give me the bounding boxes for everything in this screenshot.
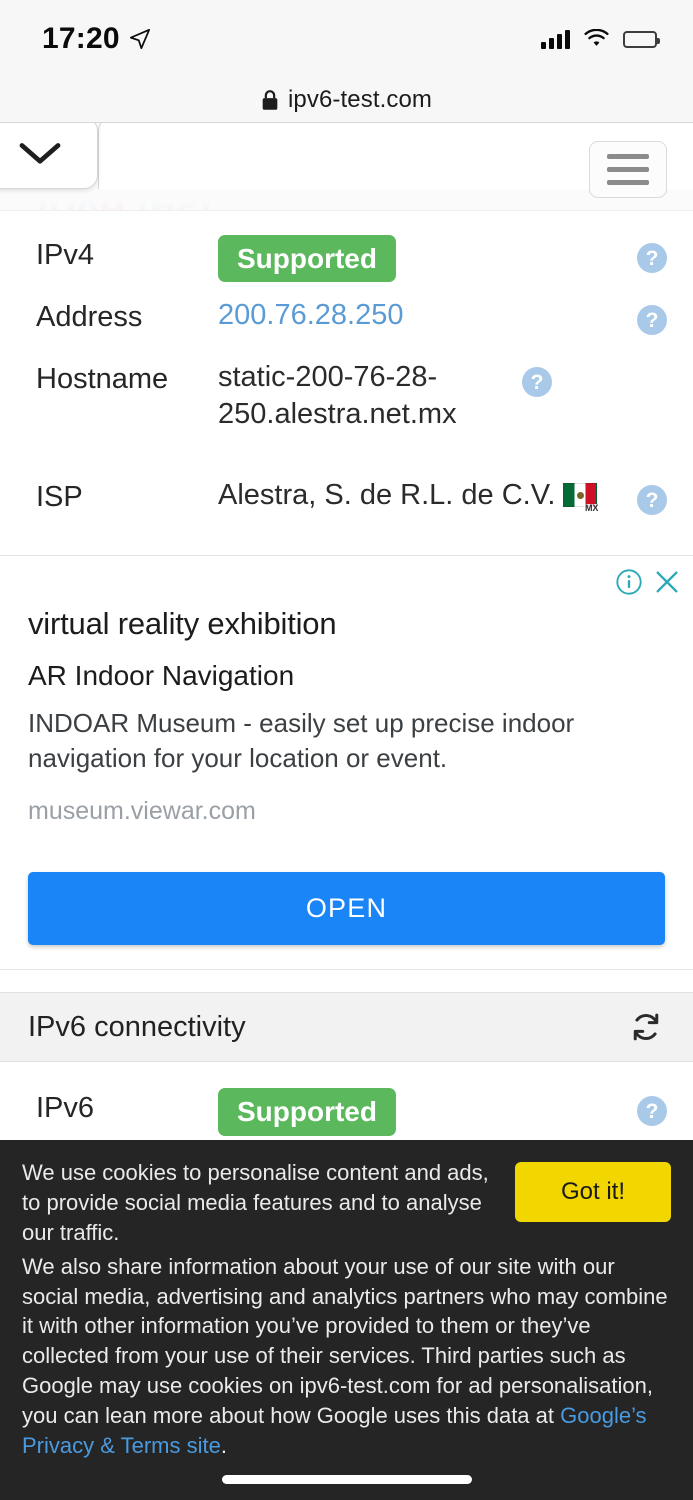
ipv4-section: IPv4 Supported ? Address 200.76.28.250 ?… (0, 211, 693, 529)
browser-address-bar[interactable]: ipv6-test.com (0, 78, 693, 123)
table-row: Address 200.76.28.250 ? (0, 287, 693, 349)
advertisement: virtual reality exhibition AR Indoor Nav… (0, 555, 693, 971)
row-help[interactable]: ? (623, 467, 667, 515)
row-value: Supported (218, 225, 623, 283)
cookie-paragraph-2-wrap: We also share information about your use… (22, 1252, 671, 1461)
cookie-paragraph-1: We use cookies to personalise content an… (22, 1159, 489, 1245)
help-icon[interactable]: ? (637, 243, 667, 273)
row-value: Alestra, S. de R.L. de C.V. (218, 467, 623, 514)
row-label: Address (36, 301, 143, 333)
row-value: Supported (218, 1078, 623, 1136)
cookie-consent-banner: We use cookies to personalise content an… (0, 1139, 693, 1500)
phone-screen: 17:20 ipv6-test.com ipv6 test ipv6 test (0, 0, 693, 1500)
ad-headline[interactable]: virtual reality exhibition (28, 606, 665, 642)
ad-display-url: museum.viewar.com (28, 797, 256, 826)
help-icon[interactable]: ? (637, 1096, 667, 1127)
status-bar-left: 17:20 (42, 22, 151, 56)
row-help[interactable]: ? (508, 349, 552, 397)
table-row: ISP Alestra, S. de R.L. de C.V. ? (0, 467, 693, 529)
help-icon[interactable]: ? (522, 367, 552, 397)
cookie-paragraph-2: We also share information about your use… (22, 1253, 668, 1429)
mexico-flag-icon (563, 483, 600, 513)
ad-controls (615, 568, 681, 596)
location-arrow-icon (129, 28, 150, 50)
lock-icon (262, 90, 278, 110)
help-icon[interactable]: ? (637, 305, 667, 335)
wifi-icon (584, 29, 609, 46)
status-time: 17:20 (42, 22, 120, 55)
refresh-icon[interactable] (629, 1010, 663, 1044)
ad-open-button[interactable]: OPEN (28, 872, 665, 946)
close-x-icon[interactable] (653, 568, 681, 596)
ipv4-address-value[interactable]: 200.76.28.250 (218, 299, 403, 331)
row-label: ISP (36, 481, 83, 513)
row-label: IPv6 (36, 1092, 95, 1125)
section-title: IPv6 connectivity (28, 1010, 246, 1043)
ipv6-section-header: IPv6 connectivity (0, 992, 693, 1063)
status-bar-right (541, 29, 660, 49)
row-value: 200.76.28.250 (218, 287, 623, 334)
row-label: IPv4 (36, 239, 95, 271)
hamburger-bar (607, 154, 649, 159)
collapse-panel-button[interactable] (0, 123, 98, 189)
hamburger-bar (607, 180, 649, 185)
cookie-paragraph-3: . (220, 1433, 227, 1459)
isp-value: Alestra, S. de R.L. de C.V. (218, 479, 556, 511)
cellular-signal-icon (541, 29, 570, 49)
battery-icon (623, 30, 660, 48)
status-badge: Supported (218, 235, 396, 283)
chevron-down-icon (19, 143, 61, 164)
ad-subheadline[interactable]: AR Indoor Navigation (28, 660, 665, 692)
cookie-accept-button[interactable]: Got it! (514, 1161, 671, 1222)
hamburger-bar (607, 167, 649, 172)
row-help[interactable]: ? (623, 225, 667, 273)
cookie-text: We use cookies to personalise content an… (22, 1158, 499, 1248)
cookie-top-row: We use cookies to personalise content an… (22, 1158, 671, 1248)
info-circle-icon[interactable] (615, 568, 643, 596)
url-text: ipv6-test.com (287, 86, 432, 113)
status-bar: 17:20 (0, 0, 693, 78)
row-help[interactable]: ? (623, 287, 667, 335)
site-header: ipv6 test ipv6 test (0, 123, 693, 211)
ad-body-text: INDOAR Museum - easily set up precise in… (28, 708, 575, 773)
table-row: IPv4 Supported ? (0, 225, 693, 287)
table-row: Hostname static-200-76-28-250.alestra.ne… (0, 349, 693, 467)
status-badge: Supported (218, 1088, 396, 1136)
logo-reflection: ipv6 test (36, 183, 214, 211)
row-help[interactable]: ? (623, 1078, 667, 1127)
hamburger-menu-button[interactable] (589, 141, 667, 198)
help-icon[interactable]: ? (637, 485, 667, 515)
row-label: Hostname (36, 363, 169, 395)
row-value: static-200-76-28-250.alestra.net.mx (218, 349, 508, 433)
table-row: IPv6 Supported ? (0, 1078, 693, 1140)
hostname-value: static-200-76-28-250.alestra.net.mx (218, 361, 457, 431)
home-indicator (221, 1475, 472, 1484)
